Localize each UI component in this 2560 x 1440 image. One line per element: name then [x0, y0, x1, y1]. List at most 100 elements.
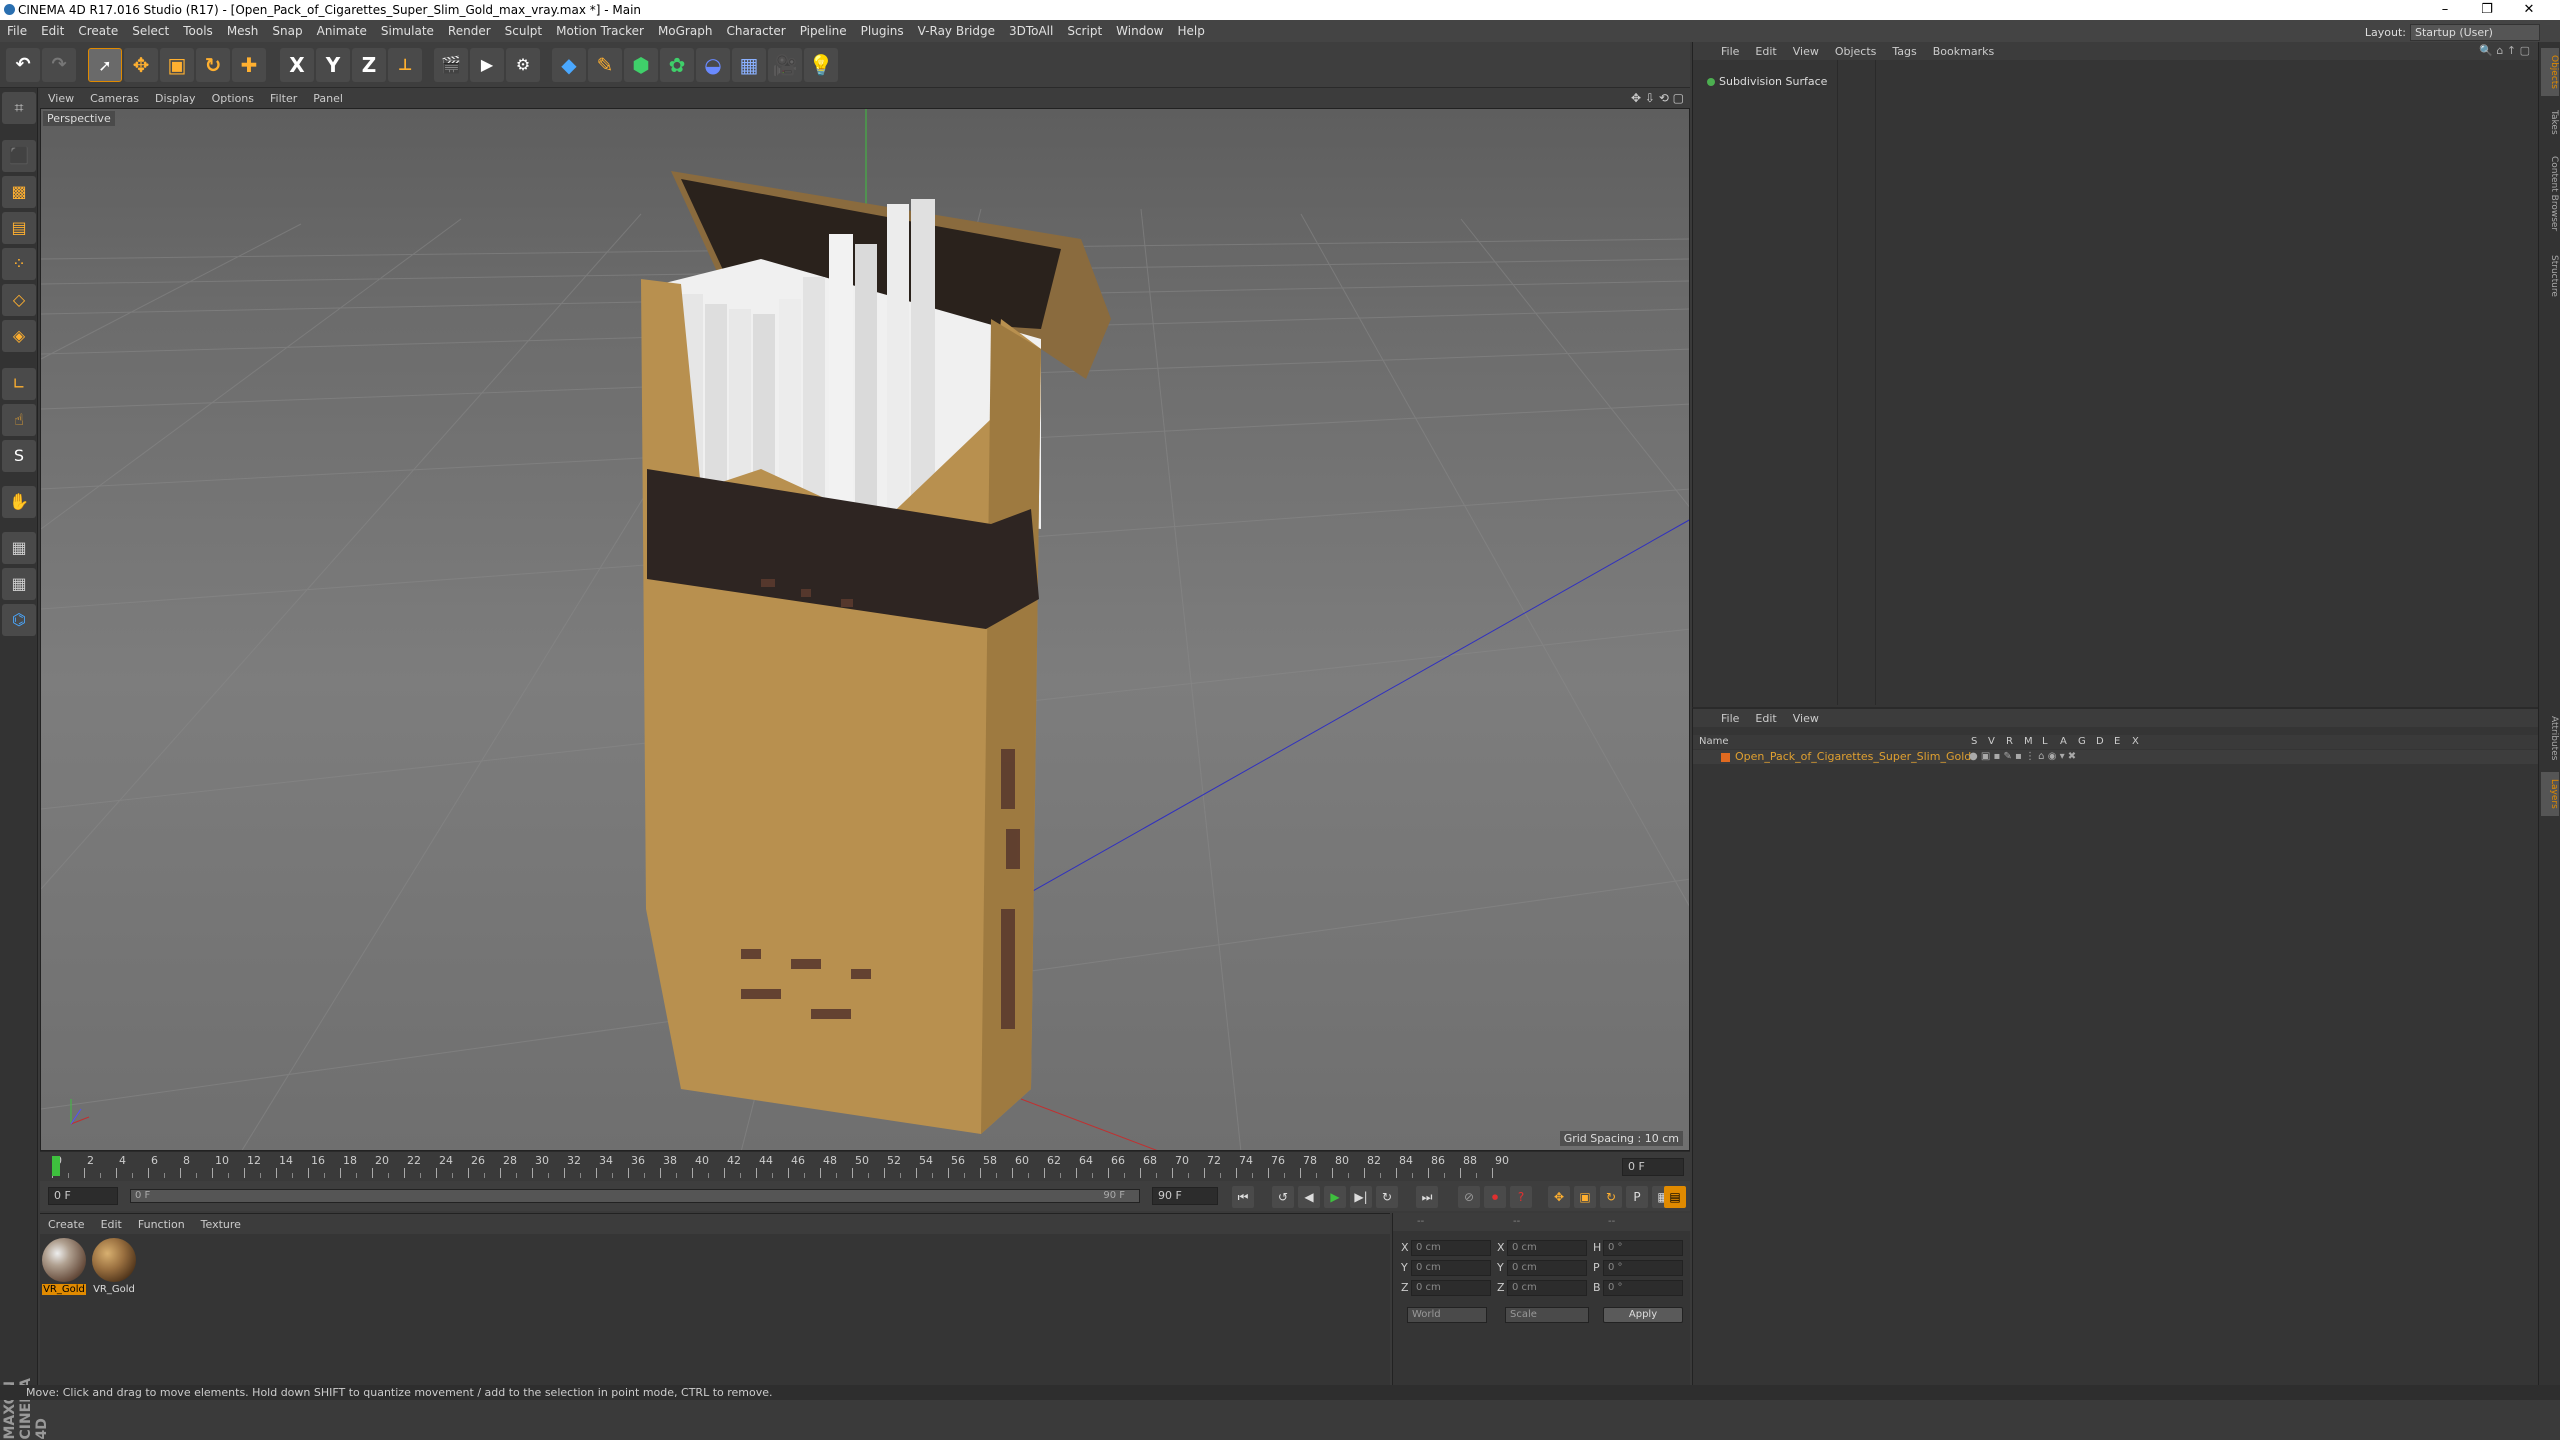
menu-simulate[interactable]: Simulate [374, 20, 441, 42]
tab-attributes[interactable]: Attributes [2541, 708, 2559, 768]
tab-content-browser[interactable]: Content Browser [2541, 146, 2559, 242]
menu-vray-bridge[interactable]: V-Ray Bridge [911, 20, 1002, 42]
material-menu-texture[interactable]: Texture [193, 1215, 249, 1235]
menu-snap[interactable]: Snap [265, 20, 309, 42]
record-keys-icon[interactable]: ⊘ [1458, 1186, 1480, 1208]
menu-script[interactable]: Script [1060, 20, 1109, 42]
go-to-start-icon[interactable]: ⏮ [1232, 1186, 1254, 1208]
render-view-icon[interactable]: 🎬 [434, 48, 468, 82]
polygons-mode-icon[interactable]: ◈ [2, 320, 36, 352]
menu-3dtoall[interactable]: 3DToAll [1002, 20, 1060, 42]
lock-workplane-icon[interactable]: ▦ [2, 532, 36, 564]
menu-file[interactable]: File [0, 20, 34, 42]
coordinate-mode-dropdown[interactable]: World [1407, 1307, 1487, 1323]
keyframe-selection-icon[interactable]: ? [1510, 1186, 1532, 1208]
position-y-field[interactable]: 0 cm [1411, 1260, 1491, 1276]
material-menu-function[interactable]: Function [130, 1215, 193, 1235]
snap-icon[interactable]: S [2, 440, 36, 472]
viewport-menu-filter[interactable]: Filter [262, 89, 305, 109]
menu-create[interactable]: Create [71, 20, 125, 42]
camera-icon[interactable]: 🎥 [768, 48, 802, 82]
material-menu-edit[interactable]: Edit [93, 1215, 130, 1235]
size-z-field[interactable]: 0 cm [1507, 1280, 1587, 1296]
object-menu-view[interactable]: View [1785, 43, 1827, 61]
tab-structure[interactable]: Structure [2541, 248, 2559, 304]
subdivision-surface-icon[interactable]: ⬢ [624, 48, 658, 82]
viewport-menu-cameras[interactable]: Cameras [82, 89, 147, 109]
size-mode-dropdown[interactable]: Scale [1505, 1307, 1589, 1323]
layer-color-swatch[interactable] [1721, 753, 1730, 762]
end-frame-field[interactable]: 90 F [1152, 1187, 1218, 1205]
render-settings-icon[interactable]: ⚙ [506, 48, 540, 82]
viewport-camera-label[interactable]: Perspective [43, 111, 115, 126]
rotation-p-field[interactable]: 0 ° [1603, 1260, 1683, 1276]
viewport-menu-view[interactable]: View [40, 89, 82, 109]
layer-menu-edit[interactable]: Edit [1747, 710, 1784, 728]
undo-icon[interactable]: ↶ [6, 48, 40, 82]
light-icon[interactable]: 💡 [804, 48, 838, 82]
next-key-icon[interactable]: ↻ [1376, 1186, 1398, 1208]
play-forward-icon[interactable]: ▶ [1324, 1186, 1346, 1208]
menu-render[interactable]: Render [441, 20, 498, 42]
menu-tools[interactable]: Tools [176, 20, 220, 42]
object-manager-search-icon[interactable]: 🔍 ⌂ ↑ ▢ [2479, 44, 2530, 57]
key-position-icon[interactable]: ✥ [1548, 1186, 1570, 1208]
model-mode-icon[interactable]: ⬛ [2, 140, 36, 172]
start-frame-field[interactable]: 0 F [48, 1187, 118, 1205]
object-row-subdivision-surface[interactable]: Subdivision Surface [1695, 74, 1827, 90]
playhead-marker[interactable] [52, 1156, 60, 1176]
autokey-icon[interactable]: ⏺ [1484, 1186, 1506, 1208]
layer-menu-file[interactable]: File [1713, 710, 1747, 728]
object-menu-bookmarks[interactable]: Bookmarks [1925, 43, 2002, 61]
texture-mode-icon[interactable]: ▩ [2, 176, 36, 208]
menu-animate[interactable]: Animate [310, 20, 374, 42]
tab-layers[interactable]: Layers [2541, 772, 2559, 816]
menu-motion-tracker[interactable]: Motion Tracker [549, 20, 651, 42]
object-menu-edit[interactable]: Edit [1747, 43, 1784, 61]
y-axis-button[interactable]: Y [316, 48, 350, 82]
material-swatch-2[interactable]: VR_Gold [92, 1238, 136, 1295]
viewport-menu-display[interactable]: Display [147, 89, 204, 109]
frame-range-slider[interactable]: 0 F 90 F [130, 1189, 1140, 1203]
deformer-icon[interactable]: ◒ [696, 48, 730, 82]
object-menu-objects[interactable]: Objects [1827, 43, 1885, 61]
axis-mode-icon[interactable]: ∟ [2, 368, 36, 400]
material-menu-create[interactable]: Create [40, 1215, 93, 1235]
layer-toggle-icons[interactable]: ● ▣ ▪ ✎ ▪ ⋮ ⌂ ◉ ▾ ✖ [1969, 750, 2076, 764]
menu-mesh[interactable]: Mesh [220, 20, 266, 42]
material-swatch-1[interactable]: VR_Gold [42, 1238, 86, 1295]
next-frame-icon[interactable]: ▶| [1350, 1186, 1372, 1208]
x-axis-button[interactable]: X [280, 48, 314, 82]
redo-icon[interactable]: ↷ [42, 48, 76, 82]
rotation-b-field[interactable]: 0 ° [1603, 1280, 1683, 1296]
size-y-field[interactable]: 0 cm [1507, 1260, 1587, 1276]
cube-primitive-icon[interactable]: ◆ [552, 48, 586, 82]
menu-pipeline[interactable]: Pipeline [793, 20, 854, 42]
tweak-mode-icon[interactable]: ☝ [2, 404, 36, 436]
rotation-h-field[interactable]: 0 ° [1603, 1240, 1683, 1256]
menu-window[interactable]: Window [1109, 20, 1170, 42]
move-icon[interactable]: ✥ [124, 48, 158, 82]
object-menu-file[interactable]: File [1713, 43, 1747, 61]
edges-mode-icon[interactable]: ◇ [2, 284, 36, 316]
rotate-icon[interactable]: ↻ [196, 48, 230, 82]
planar-workplane-icon[interactable]: ▦ [2, 568, 36, 600]
soft-selection-icon[interactable]: ✋ [2, 486, 36, 518]
timeline-ruler[interactable]: 0246810121416182022242628303234363840424… [40, 1151, 1690, 1181]
python-icon[interactable]: ⌬ [2, 604, 36, 636]
go-to-end-icon[interactable]: ⏭ [1416, 1186, 1438, 1208]
layer-menu-view[interactable]: View [1785, 710, 1827, 728]
points-mode-icon[interactable]: ⁘ [2, 248, 36, 280]
minimize-button[interactable]: – [2424, 0, 2466, 20]
menu-select[interactable]: Select [125, 20, 176, 42]
viewport-menu-options[interactable]: Options [204, 89, 262, 109]
perspective-viewport[interactable]: Perspective Grid Spacing : 10 cm [40, 108, 1690, 1151]
current-frame-field[interactable]: 0 F [1622, 1158, 1684, 1176]
timeline-layout-icon[interactable]: ▤ [1664, 1186, 1686, 1208]
workplane-icon[interactable]: ▤ [2, 212, 36, 244]
select-arrow-icon[interactable]: ➚ [88, 48, 122, 82]
cloner-icon[interactable]: ✿ [660, 48, 694, 82]
make-editable-icon[interactable]: ⌗ [2, 92, 36, 124]
menu-plugins[interactable]: Plugins [854, 20, 911, 42]
render-picture-viewer-icon[interactable]: ▶ [470, 48, 504, 82]
